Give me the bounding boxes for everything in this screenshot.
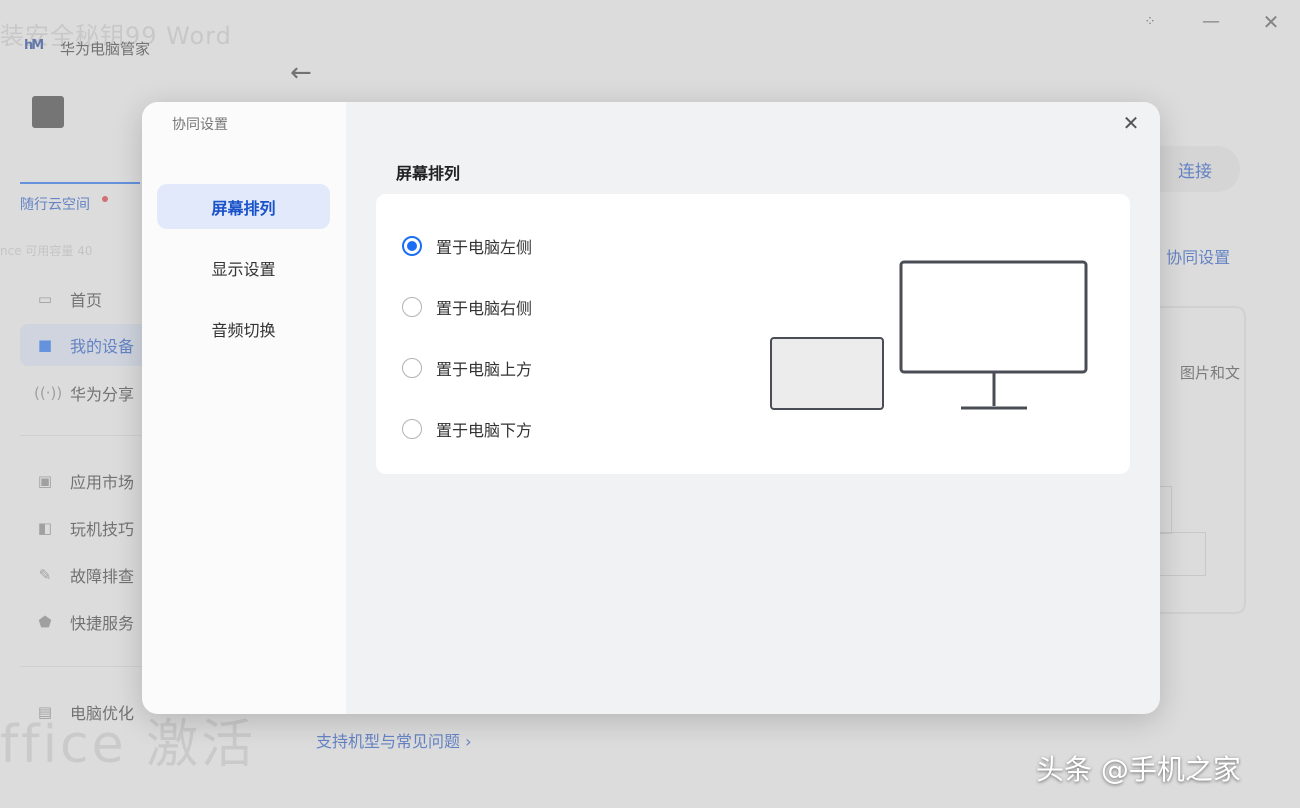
dialog-close-button[interactable]: ✕ bbox=[1118, 110, 1144, 136]
collab-settings-dialog: 协同设置 屏幕排列 显示设置 音频切换 ✕ 屏幕排列 置于电脑左侧 置于电脑右侧… bbox=[142, 102, 1160, 714]
option-left[interactable]: 置于电脑左侧 bbox=[402, 234, 532, 258]
option-label: 置于电脑右侧 bbox=[436, 299, 533, 318]
radio-button[interactable] bbox=[402, 419, 422, 439]
source-credit: 头条 @手机之家 bbox=[1036, 753, 1241, 786]
tablet-shape bbox=[770, 337, 884, 410]
dialog-nav-screen-arrangement[interactable]: 屏幕排列 bbox=[157, 184, 330, 229]
dialog-nav-audio-switch[interactable]: 音频切换 bbox=[157, 306, 330, 351]
option-label: 置于电脑上方 bbox=[436, 360, 533, 379]
screen-arrangement-illustration bbox=[770, 260, 1088, 410]
option-label: 置于电脑下方 bbox=[436, 421, 533, 440]
dialog-title: 协同设置 bbox=[172, 117, 228, 133]
radio-button[interactable] bbox=[402, 358, 422, 378]
arrangement-panel: 置于电脑左侧 置于电脑右侧 置于电脑上方 置于电脑下方 bbox=[376, 194, 1130, 474]
option-label: 置于电脑左侧 bbox=[436, 238, 533, 257]
option-top[interactable]: 置于电脑上方 bbox=[402, 356, 532, 380]
monitor-shape bbox=[899, 260, 1088, 374]
radio-button-checked[interactable] bbox=[402, 236, 422, 256]
option-right[interactable]: 置于电脑右侧 bbox=[402, 295, 532, 319]
section-title: 屏幕排列 bbox=[396, 164, 461, 183]
dialog-sidebar: 协同设置 屏幕排列 显示设置 音频切换 bbox=[142, 102, 346, 714]
option-bottom[interactable]: 置于电脑下方 bbox=[402, 417, 532, 441]
dialog-nav-display-settings[interactable]: 显示设置 bbox=[157, 245, 330, 290]
radio-button[interactable] bbox=[402, 297, 422, 317]
